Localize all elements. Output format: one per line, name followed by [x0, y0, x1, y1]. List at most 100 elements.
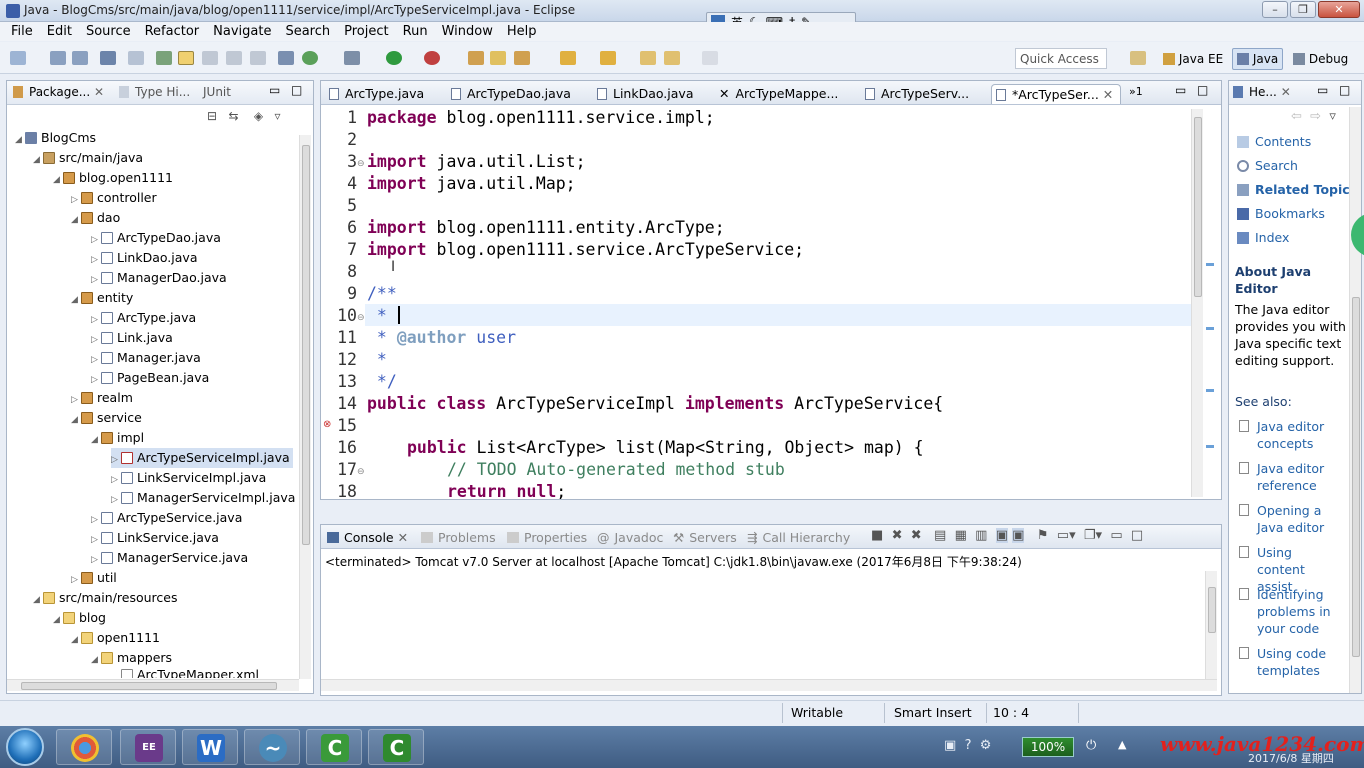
show-on-output-icon[interactable]: ▣ [995, 528, 1009, 543]
quick-access-input[interactable]: Quick Access [1015, 48, 1107, 69]
tree-item-arctype[interactable]: ▷ ArcType.java [91, 308, 196, 328]
see-also-link[interactable]: Java editor reference [1239, 460, 1339, 494]
occurrence-marker[interactable] [1206, 327, 1214, 330]
menu-icon[interactable]: ▿ [1329, 109, 1336, 124]
tree-item-arctypeserviceimpl[interactable]: ▷ ArcTypeServiceImpl.java [111, 448, 293, 468]
error-marker-icon[interactable]: ⊗ [323, 419, 331, 430]
help-vertical-scrollbar[interactable] [1349, 107, 1361, 693]
tree-item-src-main-resources[interactable]: ◢ src/main/resources [33, 588, 177, 608]
tree-item-blog[interactable]: ◢ blog [53, 608, 106, 628]
taskbar-mysql[interactable]: ~ [244, 729, 300, 765]
editor-vertical-scrollbar[interactable] [1191, 109, 1203, 497]
menu-refactor[interactable]: Refactor [138, 22, 207, 41]
minimize-button[interactable]: – [1262, 1, 1288, 18]
word-wrap-icon[interactable]: ▥ [975, 528, 987, 543]
close-icon[interactable]: ✕ [94, 85, 104, 99]
server-icon[interactable] [278, 51, 294, 65]
ime-tray-icon[interactable]: ▣ [944, 738, 956, 753]
tab-properties[interactable]: Properties [507, 530, 587, 545]
menu-run[interactable]: Run [396, 22, 435, 41]
mark-occurrences-icon[interactable] [178, 51, 194, 65]
prev-edit-icon[interactable] [600, 51, 616, 65]
tree-item-arctypeservice[interactable]: ▷ ArcTypeService.java [91, 508, 242, 528]
perspective-java[interactable]: Java [1232, 48, 1284, 70]
tab-type-hierarchy[interactable]: Type Hi... [119, 85, 190, 103]
tab-problems[interactable]: Problems [421, 530, 496, 545]
scrollbar-thumb[interactable] [302, 145, 310, 545]
more-tabs-icon[interactable]: »1 [1129, 85, 1143, 98]
display-console-icon[interactable]: ▭▾ [1057, 528, 1076, 543]
see-also-link[interactable]: Java editor concepts [1239, 418, 1339, 452]
fold-icon[interactable]: ⊖ [357, 159, 365, 169]
tree-item-blogcms[interactable]: ◢ BlogCms [15, 128, 96, 148]
fold-icon[interactable]: ⊖ [357, 313, 365, 323]
view-menu-icon[interactable]: ▿ [275, 109, 281, 123]
help-link-contents[interactable]: Contents [1237, 133, 1311, 150]
minimize-view-icon[interactable]: ▭ [1175, 83, 1186, 97]
tree-item-controller[interactable]: ▷ controller [71, 188, 157, 208]
tree-item-linkserviceimpl[interactable]: ▷ LinkServiceImpl.java [111, 468, 266, 488]
perspective-java-ee[interactable]: Java EE [1158, 48, 1228, 70]
occurrence-marker[interactable] [1206, 389, 1214, 392]
settings-tray-icon[interactable]: ⚙ [980, 738, 992, 753]
search-tool-icon[interactable] [514, 51, 530, 65]
power-tray-icon[interactable]: ⏻ [1086, 738, 1096, 753]
back-arrow-icon[interactable]: ⇦ [1291, 109, 1302, 124]
skip-breakpoints-icon[interactable] [128, 51, 144, 65]
tab-help[interactable]: He... ✕ [1233, 85, 1291, 103]
tab-arctypemapper[interactable]: ✕ ArcTypeMappe... [715, 84, 838, 104]
taskbar-camtasia-recorder[interactable]: C [368, 729, 424, 765]
battery-indicator[interactable]: 100% [1022, 737, 1074, 757]
maximize-button[interactable]: ❐ [1290, 1, 1316, 18]
close-button[interactable]: ✕ [1318, 1, 1360, 18]
tab-package-explorer[interactable]: Package... ✕ [13, 85, 104, 103]
next-edit-icon[interactable] [560, 51, 576, 65]
save-icon[interactable] [50, 51, 66, 65]
tree-item-dao[interactable]: ◢ dao [71, 208, 120, 228]
focus-icon[interactable]: ◈ [254, 109, 263, 123]
menu-project[interactable]: Project [337, 22, 395, 41]
scroll-lock-icon[interactable]: ▦ [955, 528, 967, 543]
scrollbar-thumb[interactable] [1208, 587, 1216, 633]
remove-all-icon[interactable]: ✖ [911, 528, 922, 543]
taskbar-browser[interactable] [56, 729, 112, 765]
tree-item-blog-open1111[interactable]: ◢ blog.open1111 [53, 168, 173, 188]
menu-window[interactable]: Window [435, 22, 500, 41]
remove-launch-icon[interactable]: ✖ [892, 528, 903, 543]
menu-source[interactable]: Source [79, 22, 138, 41]
help-link-bookmarks[interactable]: Bookmarks [1237, 205, 1325, 222]
tab-arctype-java[interactable]: ArcType.java [325, 84, 424, 104]
tree-item-manager[interactable]: ▷ Manager.java [91, 348, 201, 368]
open-perspective-icon[interactable] [1130, 51, 1146, 65]
scrollbar-thumb[interactable] [21, 682, 277, 690]
occurrence-marker[interactable] [1206, 445, 1214, 448]
tree-item-src-main-java[interactable]: ◢ src/main/java [33, 148, 143, 168]
help-tray-icon[interactable]: ? [965, 738, 972, 753]
tree-item-managerdao[interactable]: ▷ ManagerDao.java [91, 268, 227, 288]
tree-item-linkdao[interactable]: ▷ LinkDao.java [91, 248, 197, 268]
minimize-view-icon[interactable]: ▭ [269, 83, 280, 97]
help-link-index[interactable]: Index [1237, 229, 1289, 246]
explorer-vertical-scrollbar[interactable] [299, 135, 311, 679]
taskbar-eclipse[interactable]: EE [120, 729, 176, 765]
console-icon[interactable] [100, 51, 116, 65]
maximize-view-icon[interactable]: □ [1339, 83, 1350, 97]
last-edit-icon[interactable] [640, 51, 656, 65]
terminate-icon[interactable]: ■ [871, 528, 883, 543]
tree-item-arctypemapper[interactable]: ArcTypeMapper.xml [111, 668, 259, 678]
back-icon[interactable] [664, 51, 680, 65]
tree-item-link[interactable]: ▷ Link.java [91, 328, 173, 348]
save-all-icon[interactable] [72, 51, 88, 65]
tab-console[interactable]: Console ✕ [327, 530, 408, 545]
clear-console-icon[interactable]: ▤ [934, 528, 946, 543]
menu-navigate[interactable]: Navigate [206, 22, 278, 41]
taskbar-word[interactable]: W [182, 729, 238, 765]
menu-file[interactable]: File [4, 22, 40, 41]
refresh-icon[interactable] [302, 51, 318, 65]
tab-javadoc[interactable]: @ Javadoc [597, 530, 663, 545]
tab-linkdao-java[interactable]: LinkDao.java [593, 84, 693, 104]
scrollbar-thumb[interactable] [1194, 117, 1202, 297]
see-also-link[interactable]: Identifying problems in your code [1239, 586, 1339, 637]
tree-item-pagebean[interactable]: ▷ PageBean.java [91, 368, 209, 388]
new-icon[interactable] [10, 51, 26, 65]
